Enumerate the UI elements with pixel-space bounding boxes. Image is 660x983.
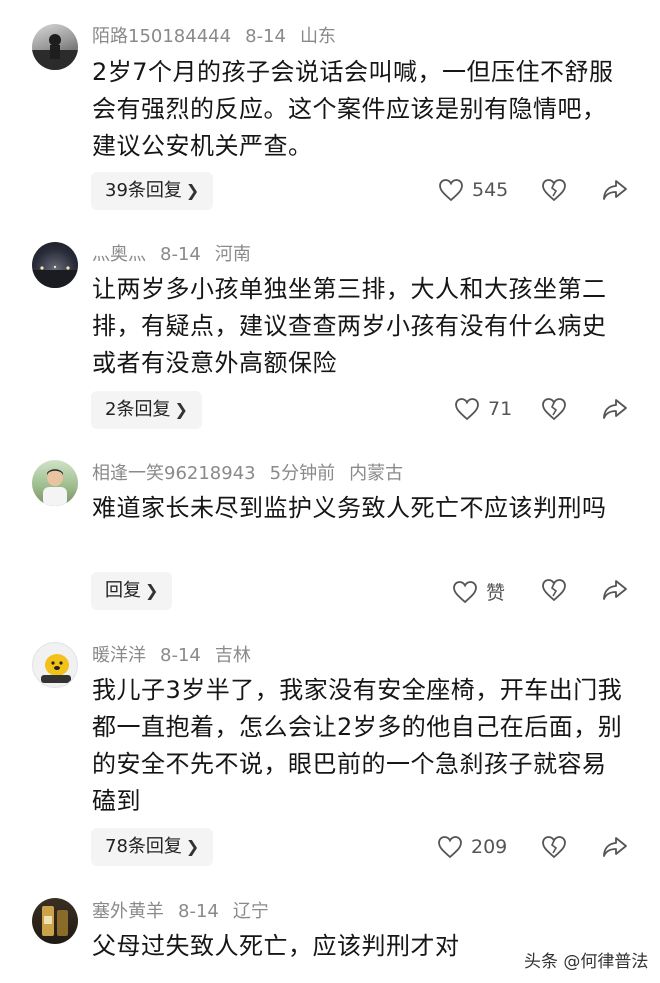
like-button[interactable]: 209 xyxy=(437,835,507,859)
share-button[interactable] xyxy=(602,178,628,202)
comment-text: 让两岁多小孩单独坐第三排，大人和大孩坐第二排，有疑点，建议查查两岁小孩有没有什么… xyxy=(92,275,607,377)
dislike-button[interactable] xyxy=(541,835,567,859)
view-replies-button[interactable]: 2条回复 ❯ xyxy=(91,391,202,429)
username[interactable]: 暖洋洋 xyxy=(92,645,146,666)
reply-label: 2条回复 xyxy=(105,399,171,420)
share-button[interactable] xyxy=(602,397,628,421)
comment-location: 河南 xyxy=(214,244,251,265)
like-count: 209 xyxy=(471,836,508,858)
reply-label: 回复 xyxy=(105,580,141,601)
comment-text: 我儿子3岁半了，我家没有安全座椅，开车出门我都一直抱着，怎么会让2岁多的他自己在… xyxy=(92,676,623,815)
share-arrow-icon xyxy=(603,180,627,200)
like-button[interactable]: 71 xyxy=(454,397,512,421)
comment-date: 8-14 xyxy=(160,645,201,666)
avatar[interactable] xyxy=(32,642,78,688)
broken-heart-icon xyxy=(542,398,566,421)
comment-meta: 灬奥灬 8-14 河南 xyxy=(92,243,265,267)
heart-icon xyxy=(439,179,463,202)
reply-label: 39条回复 xyxy=(105,180,182,201)
avatar[interactable] xyxy=(32,898,78,944)
chevron-right-icon: ❯ xyxy=(185,181,200,200)
like-button[interactable]: 赞 xyxy=(452,578,505,605)
view-replies-button[interactable]: 78条回复 ❯ xyxy=(91,828,214,866)
dislike-button[interactable] xyxy=(541,397,567,421)
watermark: 头条 @何律普法 xyxy=(524,947,649,972)
broken-heart-icon xyxy=(542,579,566,602)
comment-meta: 相逢一笑96218943 5分钟前 内蒙古 xyxy=(92,462,417,486)
like-button[interactable]: 545 xyxy=(438,178,508,202)
username[interactable]: 塞外黄羊 xyxy=(92,901,164,922)
comment-meta: 塞外黄羊 8-14 辽宁 xyxy=(92,900,283,924)
comment-meta: 陌路150184444 8-14 山东 xyxy=(92,25,350,49)
view-replies-button[interactable]: 39条回复 ❯ xyxy=(91,172,214,210)
heart-icon xyxy=(455,398,479,421)
like-count: 赞 xyxy=(486,582,506,604)
like-count: 545 xyxy=(472,179,509,201)
comment-location: 内蒙古 xyxy=(349,463,404,484)
username[interactable]: 陌路150184444 xyxy=(92,26,231,47)
like-count: 71 xyxy=(488,398,513,420)
username[interactable]: 灬奥灬 xyxy=(92,244,146,265)
avatar[interactable] xyxy=(32,460,78,506)
chevron-right-icon: ❯ xyxy=(174,400,188,419)
comment-date: 8-14 xyxy=(160,244,201,265)
chevron-right-icon: ❯ xyxy=(185,837,200,856)
avatar[interactable] xyxy=(32,242,78,288)
comment-text: 2岁7个月的孩子会说话会叫喊，一但压住不舒服会有强烈的反应。这个案件应该是别有隐… xyxy=(92,58,614,160)
share-button[interactable] xyxy=(602,835,628,859)
chevron-right-icon: ❯ xyxy=(145,581,159,600)
broken-heart-icon xyxy=(542,836,566,859)
heart-icon xyxy=(438,836,462,859)
comment-text: 难道家长未尽到监护义务致人死亡不应该判刑吗 xyxy=(92,494,607,522)
heart-icon xyxy=(453,580,477,603)
comment-date: 5分钟前 xyxy=(269,463,336,484)
dislike-button[interactable] xyxy=(541,178,567,202)
share-button[interactable] xyxy=(602,578,628,602)
avatar[interactable] xyxy=(32,24,78,70)
comment-location: 吉林 xyxy=(214,645,251,666)
share-arrow-icon xyxy=(603,580,627,600)
broken-heart-icon xyxy=(542,179,566,202)
reply-label: 78条回复 xyxy=(105,836,182,857)
comment-date: 8-14 xyxy=(245,26,286,47)
comment-location: 山东 xyxy=(299,26,336,47)
comment-location: 辽宁 xyxy=(232,901,269,922)
comment-meta: 暖洋洋 8-14 吉林 xyxy=(92,644,265,668)
share-arrow-icon xyxy=(603,399,627,419)
share-arrow-icon xyxy=(603,837,627,857)
username[interactable]: 相逢一笑96218943 xyxy=(92,463,256,484)
reply-button[interactable]: 回复 ❯ xyxy=(91,572,173,610)
comment-list: 陌路150184444 8-14 山东 2岁7个月的孩子会说话会叫喊，一但压住不舒服… xyxy=(0,0,660,983)
dislike-button[interactable] xyxy=(541,578,567,602)
comment-date: 8-14 xyxy=(178,901,219,922)
